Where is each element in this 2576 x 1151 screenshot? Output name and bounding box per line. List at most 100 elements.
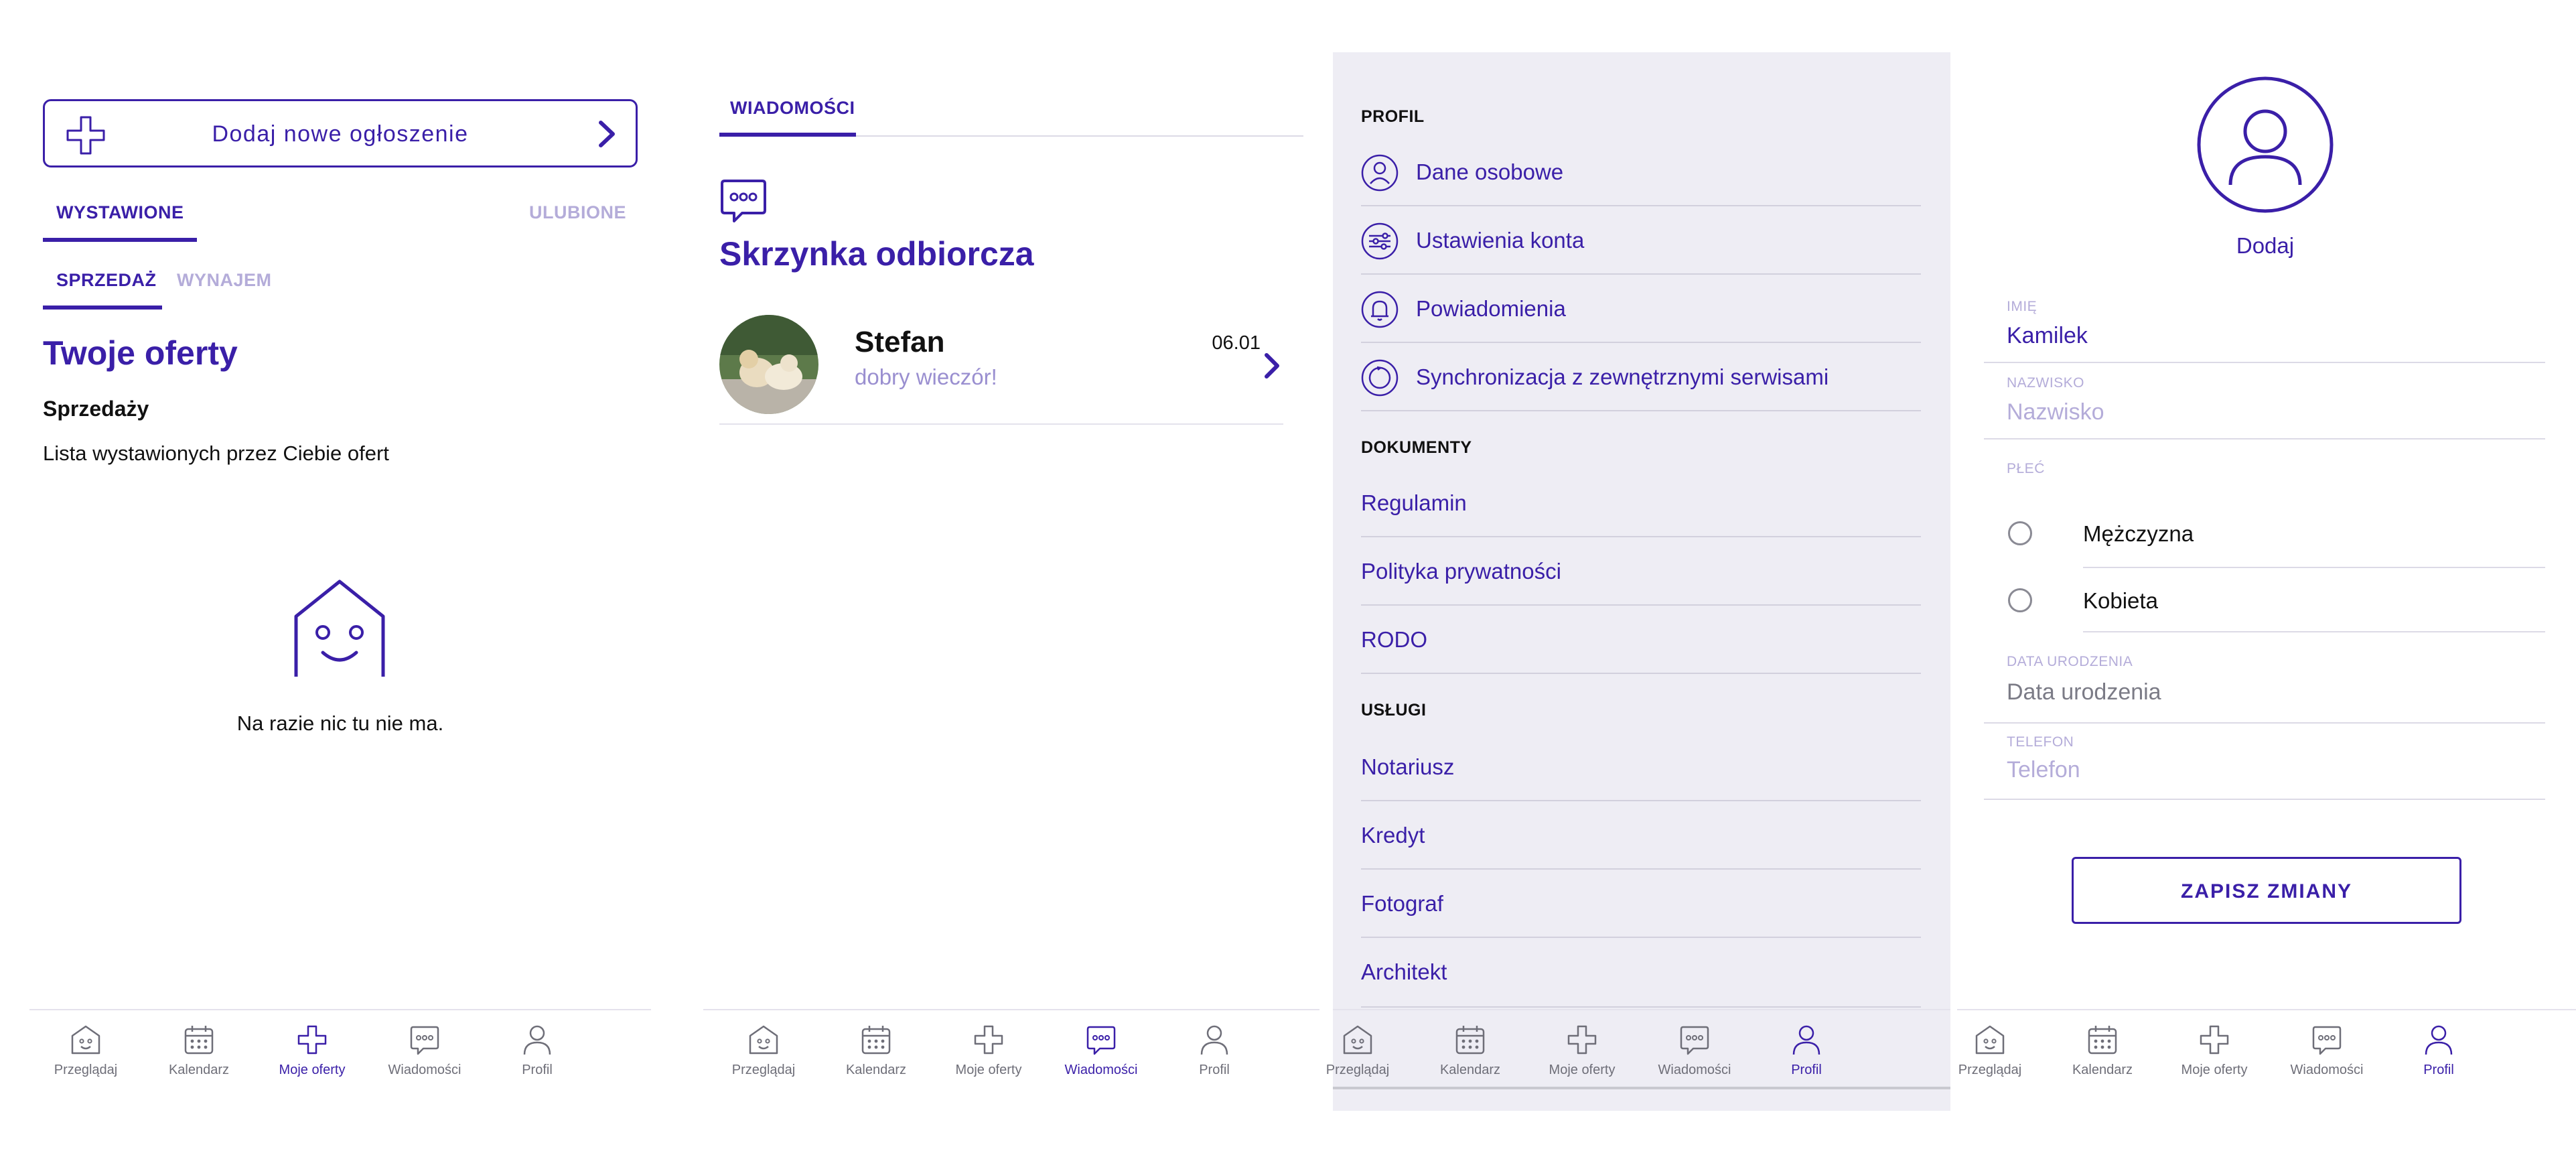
avatar [719, 315, 818, 414]
menu-item-label: Fotograf [1361, 891, 1443, 916]
tab-divider [856, 135, 1303, 137]
add-listing-label: Dodaj nowe ogłoszenie [212, 121, 469, 147]
menu-item-account-settings[interactable]: Ustawienia konta [1361, 206, 1921, 275]
nav-label: Moje oferty [1549, 1063, 1616, 1077]
chevron-right-icon [1265, 353, 1279, 379]
nav-item-plus[interactable]: Moje oferty [932, 1024, 1046, 1078]
calendar-icon [1455, 1026, 1485, 1055]
nav-item-plus[interactable]: Moje oferty [2157, 1024, 2271, 1078]
nav-label: Wiadomości [1064, 1063, 1138, 1077]
profile-avatar-icon[interactable] [2197, 76, 2334, 213]
tab-ulubione[interactable]: ULUBIONE [529, 202, 626, 223]
section-profil-title: PROFIL [1361, 107, 1425, 126]
message-row[interactable]: Stefan dobry wieczór! 06.01 [719, 312, 1283, 425]
nav-label: Profil [1791, 1063, 1822, 1077]
calendar-icon [2088, 1026, 2117, 1055]
nav-item-chat[interactable]: Wiadomości [2270, 1024, 2384, 1078]
menu-item-notifications[interactable]: Powiadomienia [1361, 275, 1921, 343]
dob-divider [1984, 722, 2545, 724]
radio-male[interactable] [2008, 521, 2032, 545]
nav-item-chat[interactable]: Wiadomości [1638, 1024, 1751, 1078]
telefon-field[interactable]: Telefon [2007, 757, 2080, 783]
menu-item-architect[interactable]: Architekt [1361, 938, 1921, 1008]
add-listing-button[interactable]: Dodaj nowe ogłoszenie [43, 99, 638, 167]
radio-divider [2083, 567, 2545, 568]
empty-state-text: Na razie nic tu nie ma. [236, 712, 444, 735]
menu-item-credit[interactable]: Kredyt [1361, 801, 1921, 870]
imie-field[interactable]: Kamilek [2007, 323, 2088, 349]
nazwisko-field[interactable]: Nazwisko [2007, 399, 2104, 425]
nav-item-home[interactable]: Przeglądaj [29, 1024, 143, 1078]
message-preview: dobry wieczór! [855, 364, 997, 389]
section-dokumenty-title: DOKUMENTY [1361, 438, 1472, 457]
inbox-title: Skrzynka odbiorcza [719, 235, 1034, 273]
radio-female[interactable] [2008, 588, 2032, 612]
nav-item-calendar[interactable]: Kalendarz [142, 1024, 256, 1078]
nav-item-home[interactable]: Przeglądaj [1301, 1024, 1415, 1078]
home-icon [1343, 1025, 1372, 1055]
tab-wystawione-underline [43, 238, 197, 242]
plus-icon [297, 1025, 327, 1055]
tab-wiadomosci-underline [719, 133, 856, 137]
menu-item-label: Notariusz [1361, 754, 1455, 779]
calendar-icon [861, 1026, 891, 1055]
nav-label: Profil [1199, 1063, 1230, 1077]
nav-item-home[interactable]: Przeglądaj [707, 1024, 820, 1078]
user-icon [523, 1025, 551, 1055]
nav-item-user[interactable]: Profil [2382, 1024, 2496, 1078]
nav-item-home[interactable]: Przeglądaj [1933, 1024, 2047, 1078]
subtab-wynajem[interactable]: WYNAJEM [177, 270, 272, 291]
menu-item-personal-data[interactable]: Dane osobowe [1361, 138, 1921, 206]
tab-wiadomosci[interactable]: WIADOMOŚCI [730, 98, 855, 119]
imie-divider [1984, 362, 2545, 363]
menu-item-label: Ustawienia konta [1416, 228, 1585, 253]
nav-item-chat[interactable]: Wiadomości [368, 1024, 482, 1078]
chevron-right-icon [599, 121, 615, 147]
menu-item-photographer[interactable]: Fotograf [1361, 870, 1921, 938]
section-subtitle: Sprzedaży [43, 397, 149, 421]
menu-item-regulamin[interactable]: Regulamin [1361, 469, 1921, 537]
nav-item-plus[interactable]: Moje oferty [1525, 1024, 1639, 1078]
tab-wystawione[interactable]: WYSTAWIONE [56, 202, 184, 223]
nav-label: Kalendarz [2072, 1063, 2133, 1077]
radio-female-label: Kobieta [2083, 588, 2158, 613]
nav-label: Moje oferty [955, 1063, 1022, 1077]
add-avatar-link[interactable]: Dodaj [2198, 233, 2332, 259]
home-icon [749, 1025, 778, 1055]
subtab-sprzedaz-underline [43, 306, 162, 310]
menu-item-rodo[interactable]: RODO [1361, 606, 1921, 674]
user-icon [1200, 1025, 1228, 1055]
subtab-sprzedaz[interactable]: SPRZEDAŻ [56, 270, 157, 291]
radio-male-label: Mężczyzna [2083, 521, 2194, 546]
menu-item-privacy-policy[interactable]: Polityka prywatności [1361, 537, 1921, 606]
bell-icon [1361, 291, 1399, 328]
telefon-label: TELEFON [2007, 734, 2074, 750]
nav-item-user[interactable]: Profil [1157, 1024, 1271, 1078]
nav-item-user[interactable]: Profil [480, 1024, 594, 1078]
user-icon [2425, 1025, 2453, 1055]
nav-label: Wiadomości [1658, 1063, 1731, 1077]
menu-item-notary[interactable]: Notariusz [1361, 733, 1921, 801]
nav-label: Przeglądaj [1326, 1063, 1390, 1077]
nav-item-chat[interactable]: Wiadomości [1044, 1024, 1158, 1078]
chat-icon [1086, 1026, 1116, 1055]
dob-field[interactable]: Data urodzenia [2007, 679, 2161, 705]
calendar-icon [184, 1026, 214, 1055]
nav-item-user[interactable]: Profil [1749, 1024, 1863, 1078]
menu-item-sync[interactable]: Synchronizacja z zewnętrznymi serwisami [1361, 343, 1921, 411]
home-icon [71, 1025, 100, 1055]
menu-item-label: Kredyt [1361, 823, 1425, 848]
nav-item-plus[interactable]: Moje oferty [255, 1024, 369, 1078]
nav-label: Kalendarz [168, 1063, 230, 1077]
sliders-icon [1361, 222, 1399, 260]
save-changes-button[interactable]: ZAPISZ ZMIANY [2072, 857, 2461, 924]
nav-item-calendar[interactable]: Kalendarz [819, 1024, 933, 1078]
telefon-divider [1984, 799, 2545, 800]
chat-icon [410, 1026, 439, 1055]
nav-item-calendar[interactable]: Kalendarz [1413, 1024, 1527, 1078]
menu-item-label: Synchronizacja z zewnętrznymi serwisami [1416, 364, 1829, 389]
plus-icon [974, 1025, 1003, 1055]
nav-item-calendar[interactable]: Kalendarz [2046, 1024, 2159, 1078]
sync-icon [1361, 359, 1399, 397]
empty-house-icon [294, 580, 385, 677]
